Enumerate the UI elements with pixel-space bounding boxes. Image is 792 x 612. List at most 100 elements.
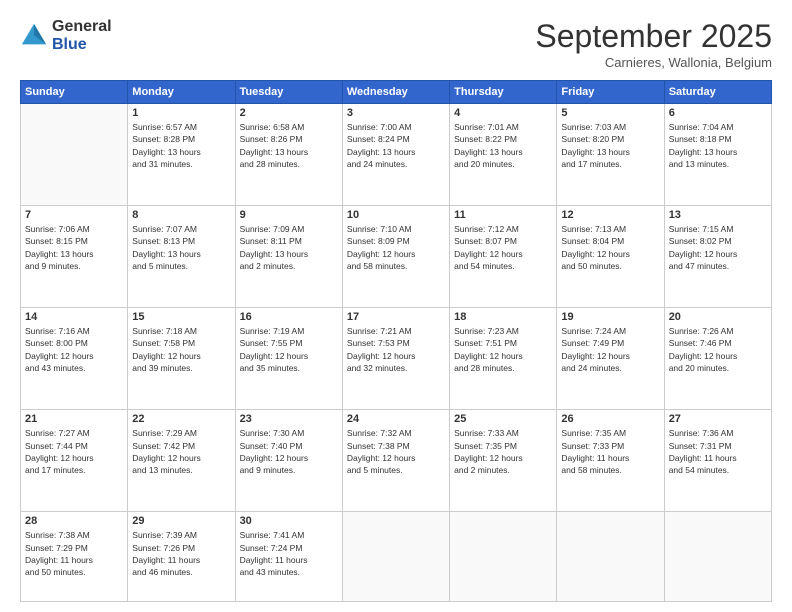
calendar-cell: 22 Sunrise: 7:29 AM Sunset: 7:42 PM Dayli… (128, 410, 235, 512)
weekday-header-thursday: Thursday (450, 81, 557, 104)
day-number: 24 (347, 413, 445, 425)
day-info: Sunrise: 7:32 AM Sunset: 7:38 PM Dayligh… (347, 427, 445, 476)
day-info: Sunrise: 7:19 AM Sunset: 7:55 PM Dayligh… (240, 325, 338, 374)
day-info: Sunrise: 7:39 AM Sunset: 7:26 PM Dayligh… (132, 529, 230, 578)
day-info: Sunrise: 7:35 AM Sunset: 7:33 PM Dayligh… (561, 427, 659, 476)
logo: General Blue (20, 18, 112, 53)
weekday-header-row: SundayMondayTuesdayWednesdayThursdayFrid… (21, 81, 772, 104)
day-number: 11 (454, 209, 552, 221)
day-number: 9 (240, 209, 338, 221)
calendar-cell: 1 Sunrise: 6:57 AM Sunset: 8:28 PM Daylig… (128, 104, 235, 206)
calendar-cell: 11 Sunrise: 7:12 AM Sunset: 8:07 PM Dayli… (450, 206, 557, 308)
day-info: Sunrise: 7:21 AM Sunset: 7:53 PM Dayligh… (347, 325, 445, 374)
day-info: Sunrise: 7:26 AM Sunset: 7:46 PM Dayligh… (669, 325, 767, 374)
calendar-cell: 4Sunrise: 7:01 AM Sunset: 8:22 PM Daylig… (450, 104, 557, 206)
calendar-cell: 30 Sunrise: 7:41 AM Sunset: 7:24 PM Dayli… (235, 512, 342, 602)
calendar-cell: 24 Sunrise: 7:32 AM Sunset: 7:38 PM Dayli… (342, 410, 449, 512)
logo-text: General Blue (52, 18, 112, 53)
calendar-cell: 17Sunrise: 7:21 AM Sunset: 7:53 PM Dayli… (342, 308, 449, 410)
calendar-cell: 3Sunrise: 7:00 AM Sunset: 8:24 PM Daylig… (342, 104, 449, 206)
calendar-cell: 6 Sunrise: 7:04 AM Sunset: 8:18 PM Daylig… (664, 104, 771, 206)
day-number: 1 (132, 107, 230, 119)
day-info: Sunrise: 7:41 AM Sunset: 7:24 PM Dayligh… (240, 529, 338, 578)
calendar-cell: 25Sunrise: 7:33 AM Sunset: 7:35 PM Dayli… (450, 410, 557, 512)
day-number: 23 (240, 413, 338, 425)
month-title: September 2025 (535, 18, 772, 55)
calendar-cell: 21 Sunrise: 7:27 AM Sunset: 7:44 PM Dayli… (21, 410, 128, 512)
day-number: 10 (347, 209, 445, 221)
weekday-header-monday: Monday (128, 81, 235, 104)
day-info: Sunrise: 7:38 AM Sunset: 7:29 PM Dayligh… (25, 529, 123, 578)
week-row-4: 28 Sunrise: 7:38 AM Sunset: 7:29 PM Dayli… (21, 512, 772, 602)
day-number: 26 (561, 413, 659, 425)
calendar-cell: 15Sunrise: 7:18 AM Sunset: 7:58 PM Dayli… (128, 308, 235, 410)
day-number: 25 (454, 413, 552, 425)
calendar-cell: 18Sunrise: 7:23 AM Sunset: 7:51 PM Dayli… (450, 308, 557, 410)
logo-icon (20, 22, 48, 50)
calendar-cell: 12Sunrise: 7:13 AM Sunset: 8:04 PM Dayli… (557, 206, 664, 308)
day-info: Sunrise: 7:12 AM Sunset: 8:07 PM Dayligh… (454, 223, 552, 272)
day-info: Sunrise: 7:03 AM Sunset: 8:20 PM Dayligh… (561, 121, 659, 170)
header: General Blue September 2025 Carnieres, W… (20, 18, 772, 70)
day-info: Sunrise: 6:58 AM Sunset: 8:26 PM Dayligh… (240, 121, 338, 170)
day-info: Sunrise: 7:00 AM Sunset: 8:24 PM Dayligh… (347, 121, 445, 170)
day-number: 19 (561, 311, 659, 323)
day-info: Sunrise: 7:04 AM Sunset: 8:18 PM Dayligh… (669, 121, 767, 170)
calendar-cell: 13Sunrise: 7:15 AM Sunset: 8:02 PM Dayli… (664, 206, 771, 308)
day-info: Sunrise: 6:57 AM Sunset: 8:28 PM Dayligh… (132, 121, 230, 170)
logo-general: General (52, 18, 112, 36)
day-number: 4 (454, 107, 552, 119)
week-row-3: 21 Sunrise: 7:27 AM Sunset: 7:44 PM Dayli… (21, 410, 772, 512)
subtitle: Carnieres, Wallonia, Belgium (535, 55, 772, 70)
day-number: 2 (240, 107, 338, 119)
day-number: 16 (240, 311, 338, 323)
title-area: September 2025 Carnieres, Wallonia, Belg… (535, 18, 772, 70)
calendar-cell: 10Sunrise: 7:10 AM Sunset: 8:09 PM Dayli… (342, 206, 449, 308)
calendar-table: SundayMondayTuesdayWednesdayThursdayFrid… (20, 80, 772, 602)
day-number: 18 (454, 311, 552, 323)
day-number: 6 (669, 107, 767, 119)
weekday-header-wednesday: Wednesday (342, 81, 449, 104)
day-info: Sunrise: 7:18 AM Sunset: 7:58 PM Dayligh… (132, 325, 230, 374)
calendar-cell: 9Sunrise: 7:09 AM Sunset: 8:11 PM Daylig… (235, 206, 342, 308)
day-number: 8 (132, 209, 230, 221)
day-number: 21 (25, 413, 123, 425)
calendar-cell: 29 Sunrise: 7:39 AM Sunset: 7:26 PM Dayli… (128, 512, 235, 602)
calendar-cell: 20 Sunrise: 7:26 AM Sunset: 7:46 PM Dayli… (664, 308, 771, 410)
day-number: 22 (132, 413, 230, 425)
day-info: Sunrise: 7:27 AM Sunset: 7:44 PM Dayligh… (25, 427, 123, 476)
day-number: 7 (25, 209, 123, 221)
calendar-cell: 5 Sunrise: 7:03 AM Sunset: 8:20 PM Daylig… (557, 104, 664, 206)
week-row-1: 7 Sunrise: 7:06 AM Sunset: 8:15 PM Daylig… (21, 206, 772, 308)
page: General Blue September 2025 Carnieres, W… (0, 0, 792, 612)
day-number: 27 (669, 413, 767, 425)
day-info: Sunrise: 7:13 AM Sunset: 8:04 PM Dayligh… (561, 223, 659, 272)
day-number: 29 (132, 515, 230, 527)
day-info: Sunrise: 7:29 AM Sunset: 7:42 PM Dayligh… (132, 427, 230, 476)
day-info: Sunrise: 7:06 AM Sunset: 8:15 PM Dayligh… (25, 223, 123, 272)
calendar-cell: 27Sunrise: 7:36 AM Sunset: 7:31 PM Dayli… (664, 410, 771, 512)
calendar-cell: 26 Sunrise: 7:35 AM Sunset: 7:33 PM Dayli… (557, 410, 664, 512)
day-info: Sunrise: 7:30 AM Sunset: 7:40 PM Dayligh… (240, 427, 338, 476)
weekday-header-tuesday: Tuesday (235, 81, 342, 104)
day-number: 30 (240, 515, 338, 527)
calendar-cell (21, 104, 128, 206)
day-number: 20 (669, 311, 767, 323)
calendar-cell: 28 Sunrise: 7:38 AM Sunset: 7:29 PM Dayli… (21, 512, 128, 602)
logo-blue: Blue (52, 36, 112, 54)
calendar-cell: 7 Sunrise: 7:06 AM Sunset: 8:15 PM Daylig… (21, 206, 128, 308)
day-number: 28 (25, 515, 123, 527)
calendar-cell: 23 Sunrise: 7:30 AM Sunset: 7:40 PM Dayli… (235, 410, 342, 512)
calendar-cell: 16 Sunrise: 7:19 AM Sunset: 7:55 PM Dayli… (235, 308, 342, 410)
day-number: 14 (25, 311, 123, 323)
calendar-cell (664, 512, 771, 602)
day-info: Sunrise: 7:15 AM Sunset: 8:02 PM Dayligh… (669, 223, 767, 272)
calendar-cell: 14 Sunrise: 7:16 AM Sunset: 8:00 PM Dayli… (21, 308, 128, 410)
day-info: Sunrise: 7:16 AM Sunset: 8:00 PM Dayligh… (25, 325, 123, 374)
calendar-cell: 8 Sunrise: 7:07 AM Sunset: 8:13 PM Daylig… (128, 206, 235, 308)
week-row-2: 14 Sunrise: 7:16 AM Sunset: 8:00 PM Dayli… (21, 308, 772, 410)
calendar-cell (557, 512, 664, 602)
day-number: 5 (561, 107, 659, 119)
day-info: Sunrise: 7:24 AM Sunset: 7:49 PM Dayligh… (561, 325, 659, 374)
day-info: Sunrise: 7:07 AM Sunset: 8:13 PM Dayligh… (132, 223, 230, 272)
